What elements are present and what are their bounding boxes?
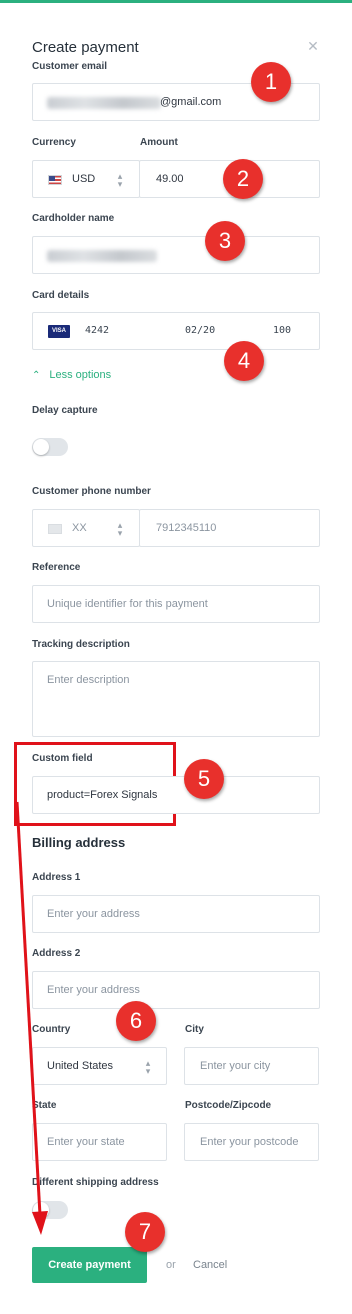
- annotation-arrow: [15, 801, 48, 1235]
- annotation-badge-6: 6: [116, 1001, 156, 1041]
- annotation-badge-4: 4: [224, 341, 264, 381]
- annotation-badge-7: 7: [125, 1212, 165, 1252]
- annotation-badge-2: 2: [223, 159, 263, 199]
- annotation-badge-1: 1: [251, 62, 291, 102]
- annotation-badge-3: 3: [205, 221, 245, 261]
- annotation-badge-5: 5: [184, 759, 224, 799]
